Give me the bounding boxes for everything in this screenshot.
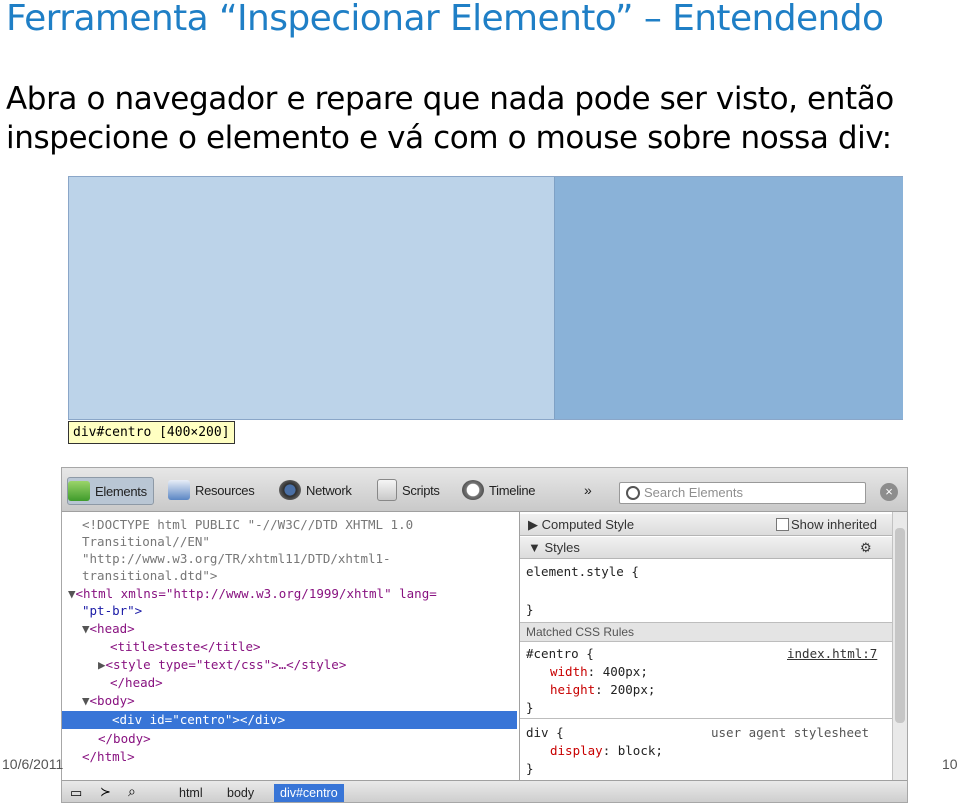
- computed-style-header[interactable]: ▶ Computed Style Show inherited: [520, 514, 892, 536]
- scripts-icon: [377, 479, 397, 501]
- styles-label: Styles: [544, 540, 580, 555]
- rule-close-brace: }: [526, 761, 534, 776]
- dom-line[interactable]: Transitional//EN": [82, 533, 210, 551]
- dock-icon[interactable]: ▭: [70, 785, 82, 801]
- expand-triangle-icon[interactable]: ▼: [68, 586, 76, 601]
- source-link[interactable]: index.html:7: [787, 645, 877, 663]
- element-size-tooltip: div#centro [400×200]: [68, 421, 235, 444]
- tab-timeline-label: Timeline: [489, 482, 536, 498]
- resources-icon: [168, 480, 190, 500]
- dom-line-selected[interactable]: <div id="centro"></div>: [62, 711, 517, 729]
- slide-title: Ferramenta “Inspecionar Elemento” – Ente…: [6, 0, 884, 39]
- expanded-triangle-icon: ▼: [528, 540, 541, 555]
- collapsed-triangle-icon: ▶: [528, 517, 538, 532]
- search-elements-input[interactable]: Search Elements: [619, 482, 866, 504]
- scrollbar-thumb[interactable]: [895, 528, 905, 723]
- div-selector[interactable]: div {: [526, 724, 564, 742]
- display-property[interactable]: display: block;: [550, 742, 663, 760]
- tab-timeline[interactable]: Timeline: [462, 477, 536, 503]
- dom-line[interactable]: </body>: [98, 730, 151, 748]
- height-property[interactable]: height: 200px;: [550, 681, 655, 699]
- tab-network-label: Network: [306, 482, 352, 498]
- rule-close-brace: }: [526, 700, 534, 715]
- div-centro-highlight[interactable]: [554, 177, 903, 419]
- devtools-status-bar: ▭ ≻ ⌕ html body div#centro: [62, 780, 907, 802]
- dom-line-html[interactable]: ▼<html xmlns="http://www.w3.org/1999/xht…: [68, 585, 437, 603]
- tab-network[interactable]: Network: [279, 477, 352, 503]
- devtools-toolbar: Elements Resources Network Scripts Timel…: [62, 468, 907, 512]
- matched-css-rules-header: Matched CSS Rules: [520, 622, 892, 642]
- dom-line-style[interactable]: ▶<style type="text/css">…</style>: [98, 656, 346, 674]
- styles-scrollbar[interactable]: [892, 512, 907, 780]
- tab-resources[interactable]: Resources: [168, 477, 255, 503]
- tab-resources-label: Resources: [195, 482, 255, 498]
- browser-viewport: [68, 176, 903, 420]
- tab-scripts[interactable]: Scripts: [377, 477, 440, 503]
- dom-line[interactable]: <!DOCTYPE html PUBLIC "-//W3C//DTD XHTML…: [82, 516, 413, 534]
- dom-line-title[interactable]: <title>teste</title>: [110, 638, 261, 656]
- dom-line[interactable]: "http://www.w3.org/TR/xhtml11/DTD/xhtml1…: [82, 550, 391, 568]
- elements-icon: [68, 481, 90, 501]
- dom-line[interactable]: </html>: [82, 748, 135, 766]
- dom-line[interactable]: "pt-br">: [82, 602, 142, 620]
- breadcrumb-div-centro[interactable]: div#centro: [274, 784, 344, 802]
- devtools-panel: Elements Resources Network Scripts Timel…: [61, 467, 908, 803]
- breadcrumb-html[interactable]: html: [173, 784, 209, 802]
- slide-text: Abra o navegador e repare que nada pode …: [6, 81, 894, 156]
- footer-date: 10/6/2011: [2, 756, 64, 772]
- dom-line-body[interactable]: ▼<body>: [82, 692, 135, 710]
- dom-line-head[interactable]: ▼<head>: [82, 620, 135, 638]
- gear-icon[interactable]: ⚙: [860, 537, 872, 558]
- inspect-search-icon[interactable]: ⌕: [128, 783, 136, 800]
- dom-tree: <!DOCTYPE html PUBLIC "-//W3C//DTD XHTML…: [62, 512, 517, 780]
- console-icon[interactable]: ≻: [100, 784, 111, 800]
- expand-triangle-icon[interactable]: ▼: [82, 693, 90, 708]
- computed-style-label: Computed Style: [541, 517, 635, 532]
- tab-elements[interactable]: Elements: [67, 477, 154, 505]
- dom-line[interactable]: </head>: [110, 674, 163, 692]
- timeline-icon: [462, 480, 484, 500]
- footer-page-number: 10: [942, 756, 958, 772]
- rule-close-brace: }: [526, 602, 534, 617]
- show-inherited-checkbox[interactable]: [776, 518, 789, 531]
- tab-elements-label: Elements: [95, 483, 147, 499]
- element-style-rule[interactable]: element.style {: [526, 563, 639, 581]
- show-inherited-label: Show inherited: [791, 517, 877, 532]
- styles-sidebar: ▶ Computed Style Show inherited ▼ Styles…: [519, 512, 892, 780]
- user-agent-label: user agent stylesheet: [711, 725, 870, 740]
- expand-triangle-icon[interactable]: ▼: [82, 621, 90, 636]
- expand-triangle-icon[interactable]: ▶: [98, 657, 106, 672]
- search-icon: [626, 486, 640, 500]
- tabs-overflow-button[interactable]: »: [584, 477, 592, 503]
- tab-scripts-label: Scripts: [402, 482, 440, 498]
- network-icon: [279, 480, 301, 500]
- width-property[interactable]: width: 400px;: [550, 663, 648, 681]
- dom-line[interactable]: transitional.dtd">: [82, 567, 217, 585]
- styles-header[interactable]: ▼ Styles ⚙: [520, 537, 892, 559]
- close-icon[interactable]: ×: [880, 483, 898, 501]
- search-placeholder: Search Elements: [644, 485, 743, 500]
- breadcrumb-body[interactable]: body: [221, 784, 260, 802]
- centro-selector[interactable]: #centro {: [526, 645, 594, 663]
- rule-divider: [520, 718, 892, 719]
